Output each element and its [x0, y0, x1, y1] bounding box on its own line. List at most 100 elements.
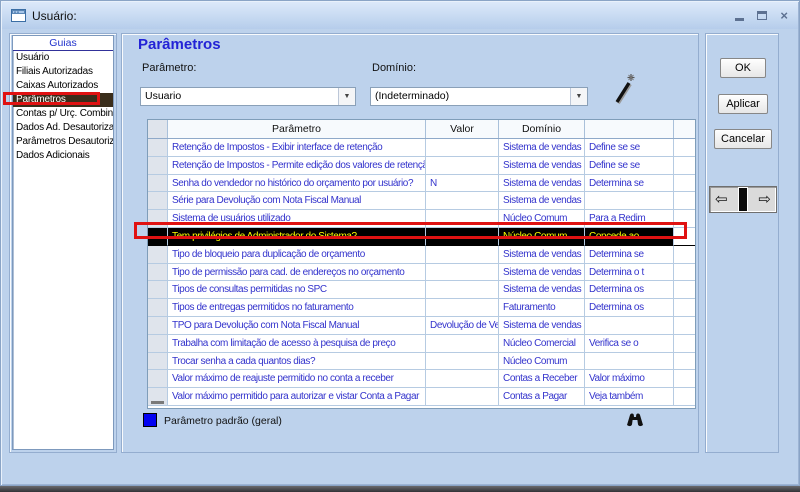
cell-parametro: Valor máximo permitido para autorizar e …: [168, 388, 426, 406]
cell-valor: [426, 228, 499, 246]
cell-valor: [426, 299, 499, 317]
maximize-icon[interactable]: [757, 11, 767, 20]
table-row[interactable]: Senha do vendedor no histórico do orçame…: [148, 175, 695, 193]
cell-parametro: Série para Devolução com Nota Fiscal Man…: [168, 192, 426, 210]
cell-parametro: Tipos de entregas permitidos no faturame…: [168, 299, 426, 317]
parameter-combobox-value: Usuario: [145, 90, 181, 102]
cell-valor: [426, 264, 499, 282]
sidebar-item[interactable]: Parâmetros: [13, 93, 113, 107]
table-row[interactable]: Tipo de permissão para cad. de endereços…: [148, 264, 695, 282]
cell-extra: [674, 353, 695, 371]
screen-edge: [0, 486, 800, 492]
dialog-window: Usuário: × Guias UsuárioFiliais Autoriza…: [0, 0, 800, 486]
cell-descricao: Verifica se o: [585, 335, 674, 353]
table-row[interactable]: Trabalha com limitação de acesso à pesqu…: [148, 335, 695, 353]
cell-descricao: Determina se: [585, 175, 674, 193]
cell-parametro: Retenção de Impostos - Permite edição do…: [168, 157, 426, 175]
cell-valor: [426, 335, 499, 353]
cell-extra: [674, 317, 695, 335]
minimize-icon[interactable]: [735, 18, 744, 21]
row-indicator: [148, 281, 168, 299]
cell-descricao: Determina o t: [585, 264, 674, 282]
cancel-button[interactable]: Cancelar: [714, 129, 772, 149]
cell-dominio: Sistema de vendas: [499, 192, 585, 210]
cell-valor: [426, 388, 499, 406]
ok-button[interactable]: OK: [720, 58, 766, 78]
previous-record-icon[interactable]: ⇦: [715, 192, 728, 207]
table-row[interactable]: Tem privilégios de Administrador do Sist…: [148, 228, 695, 246]
apply-button[interactable]: Aplicar: [718, 94, 768, 114]
close-icon[interactable]: ×: [780, 9, 788, 22]
cell-dominio: Núcleo Comum: [499, 353, 585, 371]
table-row[interactable]: Retenção de Impostos - Permite edição do…: [148, 157, 695, 175]
cell-descricao: [585, 192, 674, 210]
cell-dominio: Núcleo Comum: [499, 228, 585, 246]
cell-extra: [674, 264, 695, 282]
parameter-combobox[interactable]: Usuario ▼: [140, 87, 356, 106]
cell-parametro: Valor máximo de reajuste permitido no co…: [168, 370, 426, 388]
cell-extra: [674, 370, 695, 388]
cell-extra: [674, 299, 695, 317]
row-indicator: [148, 317, 168, 335]
sidebar-item[interactable]: Dados Adicionais: [13, 149, 113, 163]
domain-combobox[interactable]: (Indeterminado) ▼: [370, 87, 588, 106]
cell-parametro: Senha do vendedor no histórico do orçame…: [168, 175, 426, 193]
chevron-down-icon[interactable]: ▼: [570, 88, 587, 105]
row-indicator: [148, 210, 168, 228]
sidebar-item[interactable]: Parâmetros Desautorizados: [13, 135, 113, 149]
cell-valor: [426, 246, 499, 264]
table-row[interactable]: Série para Devolução com Nota Fiscal Man…: [148, 192, 695, 210]
table-row[interactable]: Retenção de Impostos - Exibir interface …: [148, 139, 695, 157]
row-indicator: [148, 335, 168, 353]
chevron-down-icon[interactable]: ▼: [338, 88, 355, 105]
table-row[interactable]: TPO para Devolução com Nota Fiscal Manua…: [148, 317, 695, 335]
cell-extra: [674, 335, 695, 353]
scrollbar-thumb[interactable]: [151, 401, 164, 404]
sidebar-item[interactable]: Filiais Autorizadas: [13, 65, 113, 79]
cell-valor: [426, 192, 499, 210]
cell-descricao: Para a Redim: [585, 210, 674, 228]
legend-swatch: [143, 413, 157, 427]
cell-valor: [426, 210, 499, 228]
cell-dominio: Sistema de vendas: [499, 175, 585, 193]
row-indicator: [148, 192, 168, 210]
table-row[interactable]: Sistema de usuários utilizadoNúcleo Comu…: [148, 210, 695, 228]
header-indicator: [148, 120, 168, 138]
cell-descricao: Determina se: [585, 246, 674, 264]
navigator-handle[interactable]: [738, 187, 748, 212]
table-row[interactable]: Valor máximo de reajuste permitido no co…: [148, 370, 695, 388]
actions-panel: OK Aplicar Cancelar ⇦ ⇨: [705, 33, 779, 453]
sidebar-item[interactable]: Contas p/ Urç. Combinadas: [13, 107, 113, 121]
table-row[interactable]: Tipo de bloqueio para duplicação de orça…: [148, 246, 695, 264]
sidebar-item[interactable]: Dados Ad. Desautorizados: [13, 121, 113, 135]
cell-valor: [426, 157, 499, 175]
sidebar-item[interactable]: Usuário: [13, 51, 113, 65]
cell-extra: [674, 157, 695, 175]
table-row[interactable]: Tipos de consultas permitidas no SPCSist…: [148, 281, 695, 299]
cell-parametro: Tem privilégios de Administrador do Sist…: [168, 228, 426, 246]
cell-parametro: Trabalha com limitação de acesso à pesqu…: [168, 335, 426, 353]
sidebar-header: Guias: [13, 36, 113, 51]
row-indicator: [148, 175, 168, 193]
cell-parametro: TPO para Devolução com Nota Fiscal Manua…: [168, 317, 426, 335]
parameters-table: Parâmetro Valor Domínio Retenção de Impo…: [147, 119, 696, 409]
cell-dominio: Núcleo Comercial: [499, 335, 585, 353]
sidebar-item[interactable]: Caixas Autorizados: [13, 79, 113, 93]
cell-valor: [426, 139, 499, 157]
domain-combobox-value: (Indeterminado): [375, 90, 449, 102]
cell-dominio: Contas a Pagar: [499, 388, 585, 406]
binoculars-icon[interactable]: [625, 411, 645, 427]
cell-parametro: Tipos de consultas permitidas no SPC: [168, 281, 426, 299]
cell-dominio: Sistema de vendas: [499, 264, 585, 282]
next-record-icon[interactable]: ⇨: [758, 192, 771, 207]
cell-dominio: Contas a Receber: [499, 370, 585, 388]
table-row[interactable]: Tipos de entregas permitidos no faturame…: [148, 299, 695, 317]
magic-wand-icon[interactable]: [610, 72, 638, 106]
cell-parametro: Trocar senha a cada quantos dias?: [168, 353, 426, 371]
cell-valor: [426, 353, 499, 371]
header-extra: [674, 120, 695, 138]
table-row[interactable]: Valor máximo permitido para autorizar e …: [148, 388, 695, 406]
cell-descricao: Valor máximo: [585, 370, 674, 388]
cell-descricao: Determina os: [585, 299, 674, 317]
table-row[interactable]: Trocar senha a cada quantos dias? Núcleo …: [148, 353, 695, 371]
